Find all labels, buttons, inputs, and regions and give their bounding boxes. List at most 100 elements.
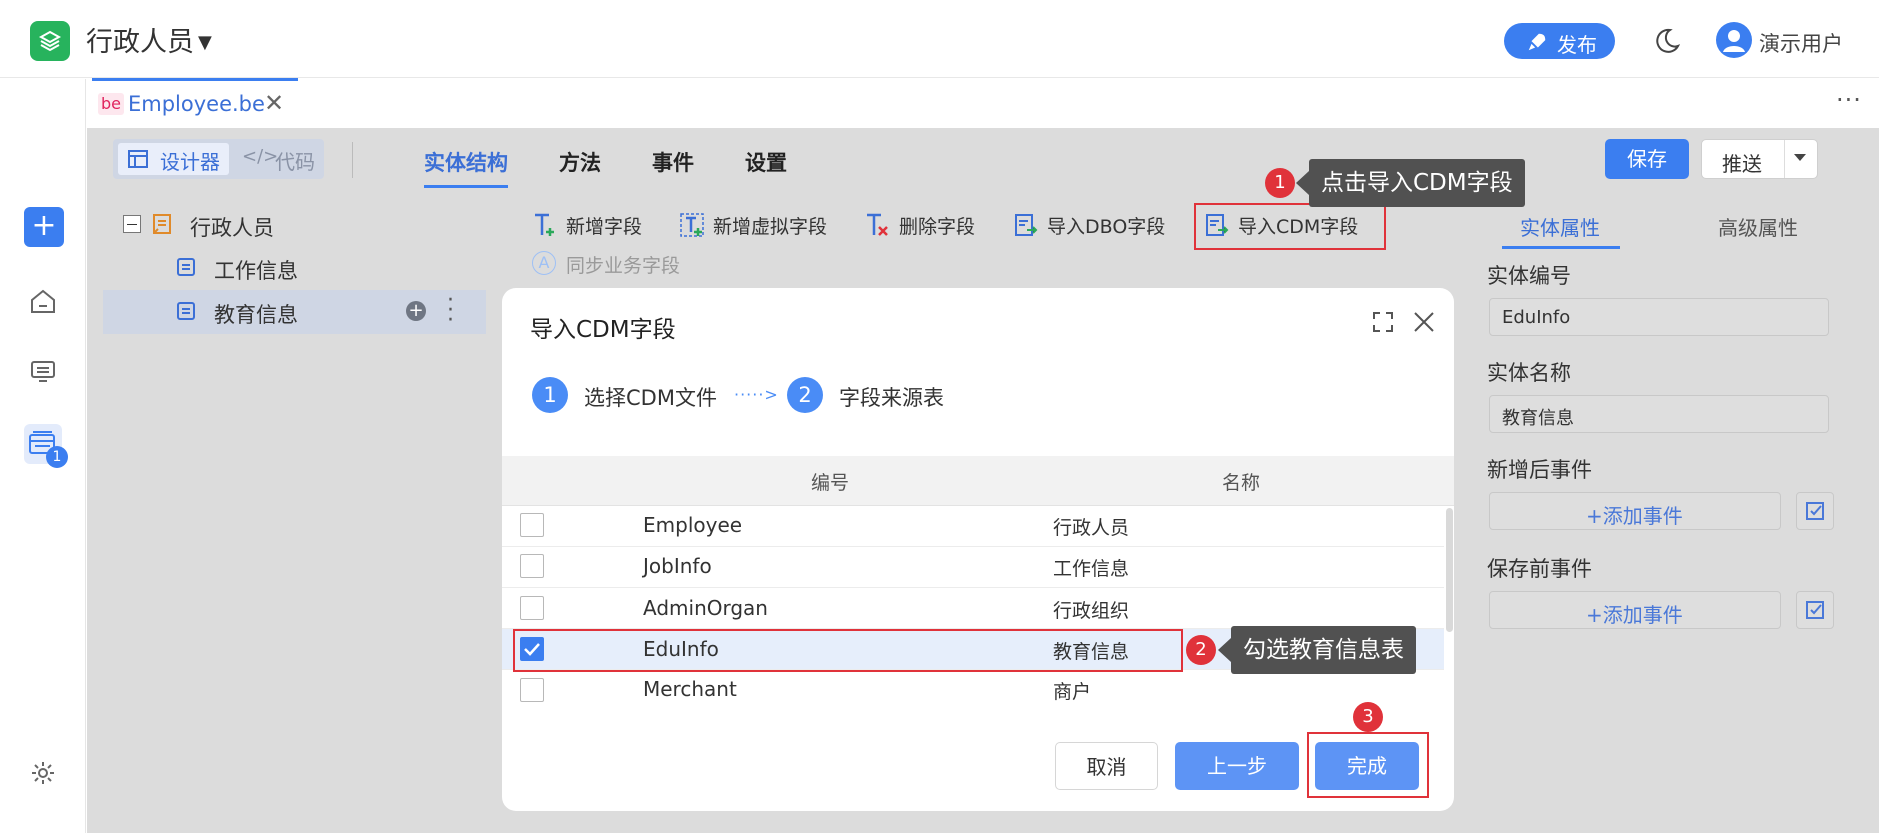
toolbar-divider	[352, 142, 353, 178]
edit-event-icon[interactable]	[1796, 492, 1834, 530]
chevron-down-icon: ▼	[198, 32, 212, 53]
step-1-circle: 1	[532, 377, 568, 413]
properties-tab-indicator	[1502, 246, 1620, 249]
child-entity-icon	[175, 300, 197, 327]
maximize-icon[interactable]	[1371, 310, 1395, 339]
edit-event-icon[interactable]	[1796, 591, 1834, 629]
annotation-number-2: 2	[1186, 635, 1216, 665]
tree-item-job-info[interactable]: 工作信息	[214, 255, 298, 285]
tab-active-indicator	[424, 185, 508, 188]
entity-code-value: EduInfo	[1502, 307, 1571, 328]
cell-name: 行政组织	[1053, 600, 1130, 622]
designer-icon	[127, 148, 149, 175]
cell-code: Employee	[643, 513, 743, 537]
sync-fields-icon: A	[532, 251, 556, 275]
tab-settings[interactable]: 设置	[745, 147, 787, 177]
entity-root-icon	[150, 212, 174, 241]
close-icon[interactable]: ✕	[264, 89, 284, 117]
tree-item-root[interactable]: 行政人员	[190, 212, 274, 242]
user-avatar-icon[interactable]	[1716, 22, 1752, 58]
cell-code: JobInfo	[643, 554, 712, 578]
tree-item-edu-info[interactable]: 教育信息	[214, 299, 298, 329]
user-name[interactable]: 演示用户	[1759, 28, 1843, 58]
annotation-highlight-import-cdm	[1194, 203, 1386, 250]
add-before-save-event-button[interactable]: +添加事件	[1489, 591, 1781, 629]
app-title[interactable]: 行政人员 ▼	[86, 20, 212, 59]
cell-name: 行政人员	[1053, 517, 1130, 539]
rail-badge: 1	[46, 446, 68, 468]
entity-name-value: 教育信息	[1502, 408, 1574, 429]
annotation-arrow	[1296, 171, 1309, 195]
add-event-label: +添加事件	[1586, 504, 1683, 528]
entity-name-field[interactable]: 教育信息	[1489, 395, 1829, 433]
push-label: 推送	[1722, 152, 1762, 176]
sync-business-field-button[interactable]: 同步业务字段	[566, 251, 680, 278]
table-header	[502, 456, 1454, 506]
annotation-highlight-edu-row	[513, 629, 1183, 672]
tab-methods[interactable]: 方法	[559, 147, 601, 177]
cell-name: 商户	[1053, 681, 1092, 703]
code-tab[interactable]: 代码	[275, 146, 315, 175]
after-add-event-label: 新增后事件	[1487, 458, 1592, 482]
moon-icon[interactable]	[1652, 26, 1682, 61]
settings-gear-icon[interactable]	[28, 758, 58, 793]
more-vertical-icon[interactable]: · · ·	[447, 290, 454, 332]
table-scrollbar-thumb[interactable]	[1446, 508, 1453, 632]
code-icon: </>	[242, 146, 279, 167]
add-child-icon[interactable]: +	[406, 301, 426, 321]
monitor-icon[interactable]	[28, 356, 58, 391]
row-checkbox[interactable]	[520, 513, 544, 537]
publish-button[interactable]: 发布	[1504, 23, 1615, 59]
entity-name-label: 实体名称	[1487, 361, 1571, 385]
app-logo-icon[interactable]	[30, 21, 70, 61]
add-icon[interactable]: +	[24, 207, 64, 247]
entity-code-field[interactable]: EduInfo	[1489, 298, 1829, 336]
publish-label: 发布	[1557, 33, 1597, 57]
app-title-text: 行政人员	[86, 27, 194, 58]
more-icon[interactable]: ···	[1836, 86, 1862, 114]
push-divider	[1784, 140, 1785, 178]
cell-code: Merchant	[643, 677, 737, 701]
designer-tab[interactable]: 设计器	[160, 146, 220, 175]
step-arrow-icon: ·····>	[734, 385, 779, 404]
home-icon[interactable]	[28, 286, 58, 321]
import-dbo-field-button[interactable]: 导入DBO字段	[1047, 212, 1165, 239]
step-2-circle: 2	[787, 377, 823, 413]
cell-name: 工作信息	[1053, 558, 1130, 580]
delete-field-icon	[864, 212, 890, 243]
add-virtual-field-icon	[679, 212, 705, 243]
row-checkbox[interactable]	[520, 596, 544, 620]
caret-down-icon[interactable]	[1794, 154, 1806, 161]
delete-field-button[interactable]: 删除字段	[899, 212, 975, 239]
tab-entity-properties[interactable]: 实体属性	[1520, 212, 1600, 241]
file-tab-strip	[87, 78, 1879, 128]
annotation-number-3: 3	[1353, 702, 1383, 732]
add-field-button[interactable]: 新增字段	[566, 212, 642, 239]
annotation-number-1: 1	[1265, 168, 1295, 198]
annotation-arrow	[1218, 638, 1231, 662]
be-file-icon: be	[98, 93, 124, 115]
child-entity-icon	[175, 256, 197, 283]
collapse-icon[interactable]	[123, 215, 141, 233]
annotation-highlight-finish	[1307, 732, 1429, 798]
step-2-label: 字段来源表	[839, 386, 944, 410]
column-header-name: 名称	[1222, 472, 1261, 494]
row-checkbox[interactable]	[520, 554, 544, 578]
push-button[interactable]: 推送	[1701, 139, 1818, 179]
cancel-button[interactable]: 取消	[1055, 742, 1158, 790]
add-after-add-event-button[interactable]: +添加事件	[1489, 492, 1781, 530]
dialog-title: 导入CDM字段	[530, 317, 676, 343]
tab-entity-structure[interactable]: 实体结构	[424, 147, 508, 177]
previous-step-button[interactable]: 上一步	[1175, 742, 1299, 790]
rocket-icon	[1528, 33, 1546, 51]
add-virtual-field-button[interactable]: 新增虚拟字段	[713, 212, 827, 239]
row-checkbox[interactable]	[520, 678, 544, 702]
tab-events[interactable]: 事件	[652, 147, 694, 177]
column-header-code: 编号	[811, 472, 850, 494]
import-dbo-icon	[1013, 212, 1039, 243]
tab-advanced-properties[interactable]: 高级属性	[1718, 212, 1798, 241]
file-tab-employee[interactable]: Employee.be	[128, 92, 265, 116]
dialog-close-icon[interactable]	[1412, 310, 1436, 339]
save-button[interactable]: 保存	[1605, 139, 1689, 179]
file-tab-active-indicator	[92, 78, 298, 81]
